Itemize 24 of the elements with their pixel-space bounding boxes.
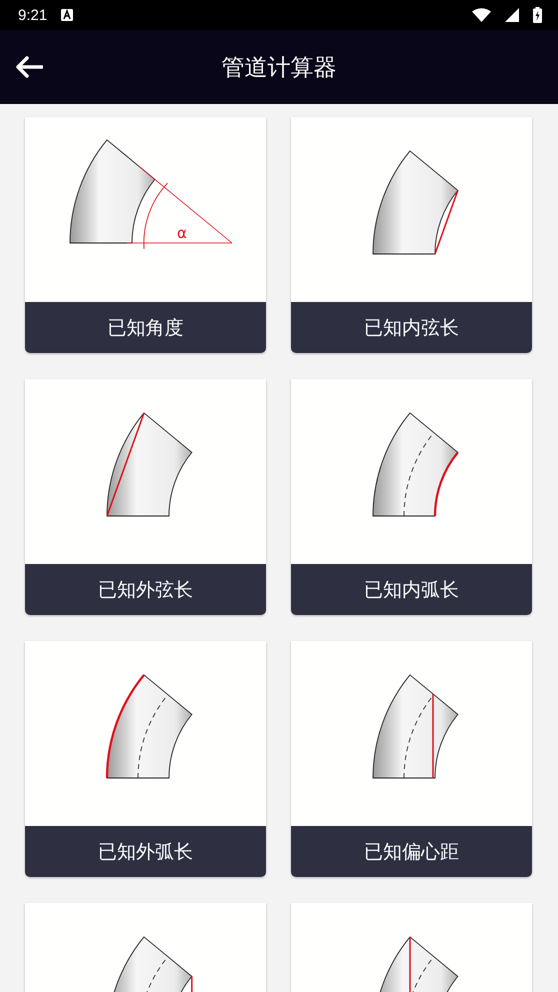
measure-marker — [434, 452, 459, 516]
battery-charging-icon — [533, 7, 542, 23]
calculator-card[interactable]: 已知外弧长 — [25, 641, 266, 877]
measure-marker — [409, 936, 411, 992]
card-label: 已知角度 — [25, 302, 266, 353]
card-label: 已知外弦长 — [25, 564, 266, 615]
wifi-icon — [472, 8, 491, 22]
calculator-card[interactable]: 已知外弦长 — [25, 379, 266, 615]
card-label: 已知外弧长 — [25, 826, 266, 877]
measure-marker — [434, 190, 459, 254]
calculator-card[interactable]: 已知内弧长 — [291, 379, 532, 615]
measure-marker — [191, 976, 193, 992]
signal-icon — [505, 8, 519, 22]
angle-symbol: α — [177, 224, 187, 242]
calculator-card[interactable]: 已知偏心距 — [291, 641, 532, 877]
page-title: 管道计算器 — [222, 54, 336, 82]
calculator-card[interactable]: α 已知角度 — [25, 117, 266, 353]
calculator-card[interactable]: 已知内弦长 — [291, 117, 532, 353]
status-time: 9:21 — [18, 6, 48, 24]
card-label: 已知偏心距 — [291, 826, 532, 877]
back-arrow-icon — [15, 56, 43, 78]
card-label: 已知内弧长 — [291, 564, 532, 615]
keyboard-a-icon — [61, 9, 74, 21]
card-label: 已知内弦长 — [291, 302, 532, 353]
